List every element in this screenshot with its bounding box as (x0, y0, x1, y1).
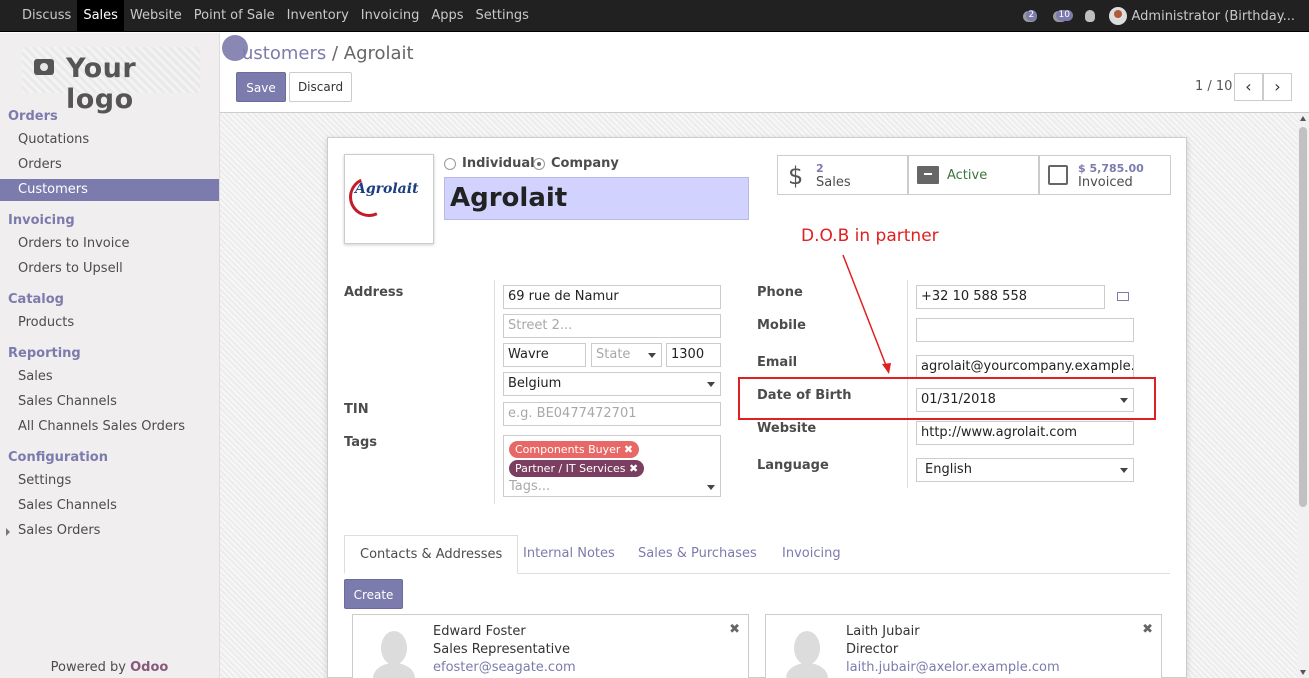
annotation-highlight-box (738, 377, 1156, 420)
annotation-arrow (842, 254, 891, 374)
